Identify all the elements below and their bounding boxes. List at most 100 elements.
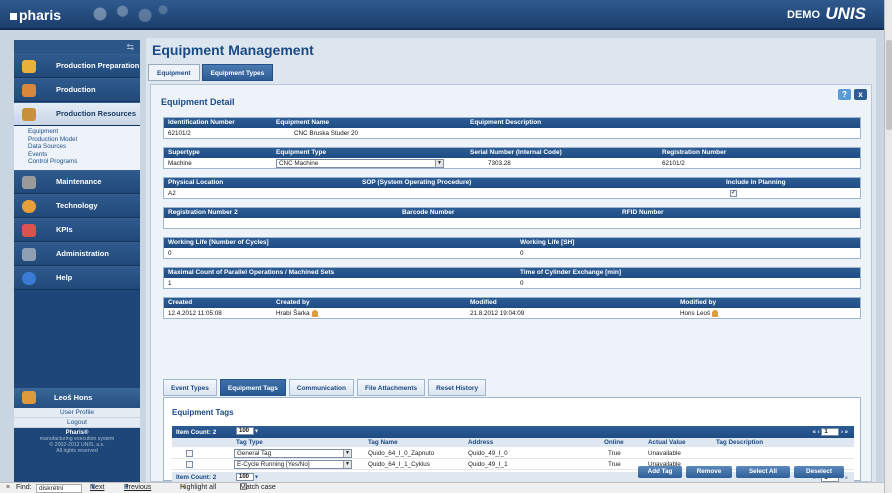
serial-number-value[interactable]: 7303.28 <box>488 160 511 167</box>
find-input[interactable]: diskrétní výrobu <box>36 484 82 493</box>
deselect-button[interactable]: Deselect <box>794 466 844 478</box>
next-page-icon[interactable]: › <box>841 430 843 436</box>
sidebar-item-help[interactable]: Help <box>14 265 140 290</box>
sidebar-footer: Pharis® manufacturing execution system ©… <box>14 430 140 454</box>
page-number[interactable]: 1 <box>821 428 840 436</box>
physical-location-value[interactable]: A2 <box>168 190 176 197</box>
serial-number-label: Serial Number (Internal Code) <box>470 149 562 156</box>
chevron-down-icon[interactable]: ▼ <box>435 160 443 167</box>
window-scrollbar[interactable] <box>884 0 892 493</box>
submenu-equipment[interactable]: Equipment <box>28 128 140 136</box>
sop-label: SOP (System Operating Procedure) <box>362 179 472 186</box>
page-size-select[interactable]: 100 ▼ <box>236 473 259 481</box>
column-actual-value[interactable]: Actual Value <box>648 439 685 446</box>
registration-number-value[interactable]: 62101/2 <box>662 160 685 167</box>
logout-link[interactable]: Logout <box>14 418 140 428</box>
select-all-button[interactable]: Select All <box>736 466 790 478</box>
detail-subtabs: Event Types Equipment Tags Communication Fi… <box>163 379 489 397</box>
submenu-control-programs[interactable]: Control Programs <box>28 158 140 166</box>
scrollbar-thumb[interactable] <box>886 40 892 130</box>
column-address[interactable]: Address <box>468 439 493 446</box>
user-profile-link[interactable]: User Profile <box>14 408 140 418</box>
technology-icon <box>22 199 36 213</box>
submenu-events[interactable]: Events <box>28 151 140 159</box>
person-icon[interactable] <box>712 310 719 317</box>
equipment-name-value[interactable]: CNC Bruska Studer 20 <box>294 130 358 137</box>
remove-button[interactable]: Remove <box>686 466 732 478</box>
field-row-header <box>164 208 860 218</box>
working-life-sh-label: Working Life [SH] <box>520 239 575 246</box>
environment-label: DEMO <box>787 9 820 21</box>
working-life-sh-value[interactable]: 0 <box>520 250 524 257</box>
sidebar-item-administration[interactable]: Administration <box>14 241 140 266</box>
match-case-label: Match case <box>240 484 276 491</box>
page-size-value: 100 <box>236 427 254 435</box>
include-in-planning-checkbox[interactable]: ✓ <box>730 190 737 197</box>
add-tag-button[interactable]: Add Tag <box>638 466 682 478</box>
item-count-label: Item Count: 2 <box>176 474 217 481</box>
chevron-down-icon[interactable]: ▼ <box>343 450 351 457</box>
created-by-name: Hrabí Šarka <box>276 310 310 318</box>
max-parallel-operations-value[interactable]: 1 <box>168 280 172 287</box>
field-row-working-life: Working Life [Number of Cycles] Working … <box>163 237 861 259</box>
tab-communication[interactable]: Communication <box>288 379 355 396</box>
sidebar-submenu: Equipment Production Model Data Sources … <box>14 126 140 170</box>
help-button[interactable]: ? <box>838 89 851 100</box>
prev-page-icon[interactable]: ‹ <box>818 430 820 436</box>
registration-number-2-label: Registration Number 2 <box>168 209 238 216</box>
sidebar-item-label: KPIs <box>56 224 73 234</box>
sidebar-item-kpis[interactable]: KPIs <box>14 217 140 242</box>
tab-equipment-types[interactable]: Equipment Types <box>201 64 274 81</box>
row-checkbox[interactable] <box>186 450 193 457</box>
table-row[interactable]: General Tag ▼ Quido_64_I_0_Zapnuto Quido_… <box>172 448 854 459</box>
close-button[interactable]: x <box>854 89 867 100</box>
modified-by-value: Hons Leoš <box>680 310 719 318</box>
submenu-production-model[interactable]: Production Model <box>28 136 140 144</box>
created-by-value: Hrabí Šarka <box>276 310 318 317</box>
tab-equipment-tags[interactable]: Equipment Tags <box>219 379 286 396</box>
find-bar: × Find: diskrétní výrobu ⬇ Next ⬆ Previo… <box>0 482 884 493</box>
chevron-down-icon[interactable]: ▼ <box>254 429 259 435</box>
sidebar-item-production-resources[interactable]: Production Resources <box>14 102 140 126</box>
tag-type-select[interactable]: General Tag ▼ <box>234 449 352 458</box>
column-tag-description[interactable]: Tag Description <box>716 439 763 446</box>
cylinder-exchange-label: Time of Cylinder Exchange [min] <box>520 269 622 276</box>
tab-event-types[interactable]: Event Types <box>163 379 217 396</box>
cylinder-exchange-value[interactable]: 0 <box>520 280 524 287</box>
chevron-down-icon[interactable]: ▼ <box>343 461 351 468</box>
submenu-data-sources[interactable]: Data Sources <box>28 143 140 151</box>
modified-by-name: Hons Leoš <box>680 310 711 318</box>
sidebar-item-label: Maintenance <box>56 176 102 186</box>
chevron-down-icon[interactable]: ▼ <box>254 475 259 481</box>
production-preparation-icon <box>22 60 36 73</box>
last-page-icon[interactable]: » <box>845 430 848 436</box>
tab-file-attachments[interactable]: File Attachments <box>357 379 426 396</box>
tag-type-select[interactable]: E-Cycle Running [Yes/No] ▼ <box>234 460 352 469</box>
field-row-audit: Created Created by Modified Modified by … <box>163 297 861 319</box>
tab-reset-history[interactable]: Reset History <box>428 379 487 396</box>
row-checkbox[interactable] <box>186 461 193 468</box>
first-page-icon[interactable]: « <box>813 430 816 436</box>
item-count-label: Item Count: 2 <box>176 429 217 436</box>
sidebar-item-maintenance[interactable]: Maintenance <box>14 169 140 194</box>
identification-number-value[interactable]: 62101/2 <box>168 130 191 137</box>
field-row-identification: Identification Number Equipment Name Equ… <box>163 117 861 139</box>
working-life-cycles-value[interactable]: 0 <box>168 250 172 257</box>
include-in-planning-label: Include in Planning <box>726 179 786 186</box>
sidebar-item-technology[interactable]: Technology <box>14 193 140 218</box>
person-icon[interactable] <box>311 310 318 317</box>
sidebar-item-production[interactable]: Production <box>14 78 140 102</box>
page-size-select[interactable]: 100 ▼ <box>236 427 259 435</box>
column-online[interactable]: Online <box>604 439 624 446</box>
sidebar-item-production-preparation[interactable]: Production Preparation <box>14 54 140 78</box>
equipment-type-select[interactable]: CNC Machine ▼ <box>276 159 444 168</box>
column-tag-name[interactable]: Tag Name <box>368 439 398 446</box>
find-next-label: Next <box>90 484 105 491</box>
column-tag-type[interactable]: Tag Type <box>236 439 263 446</box>
footer-line: All rights reserved <box>56 448 98 454</box>
close-icon[interactable]: × <box>6 483 10 493</box>
sidebar-collapse-icon[interactable]: ⇆ <box>14 40 140 54</box>
tab-equipment[interactable]: Equipment <box>148 64 200 81</box>
sidebar-item-label: Help <box>56 272 73 282</box>
last-page-icon[interactable]: » <box>845 476 848 482</box>
